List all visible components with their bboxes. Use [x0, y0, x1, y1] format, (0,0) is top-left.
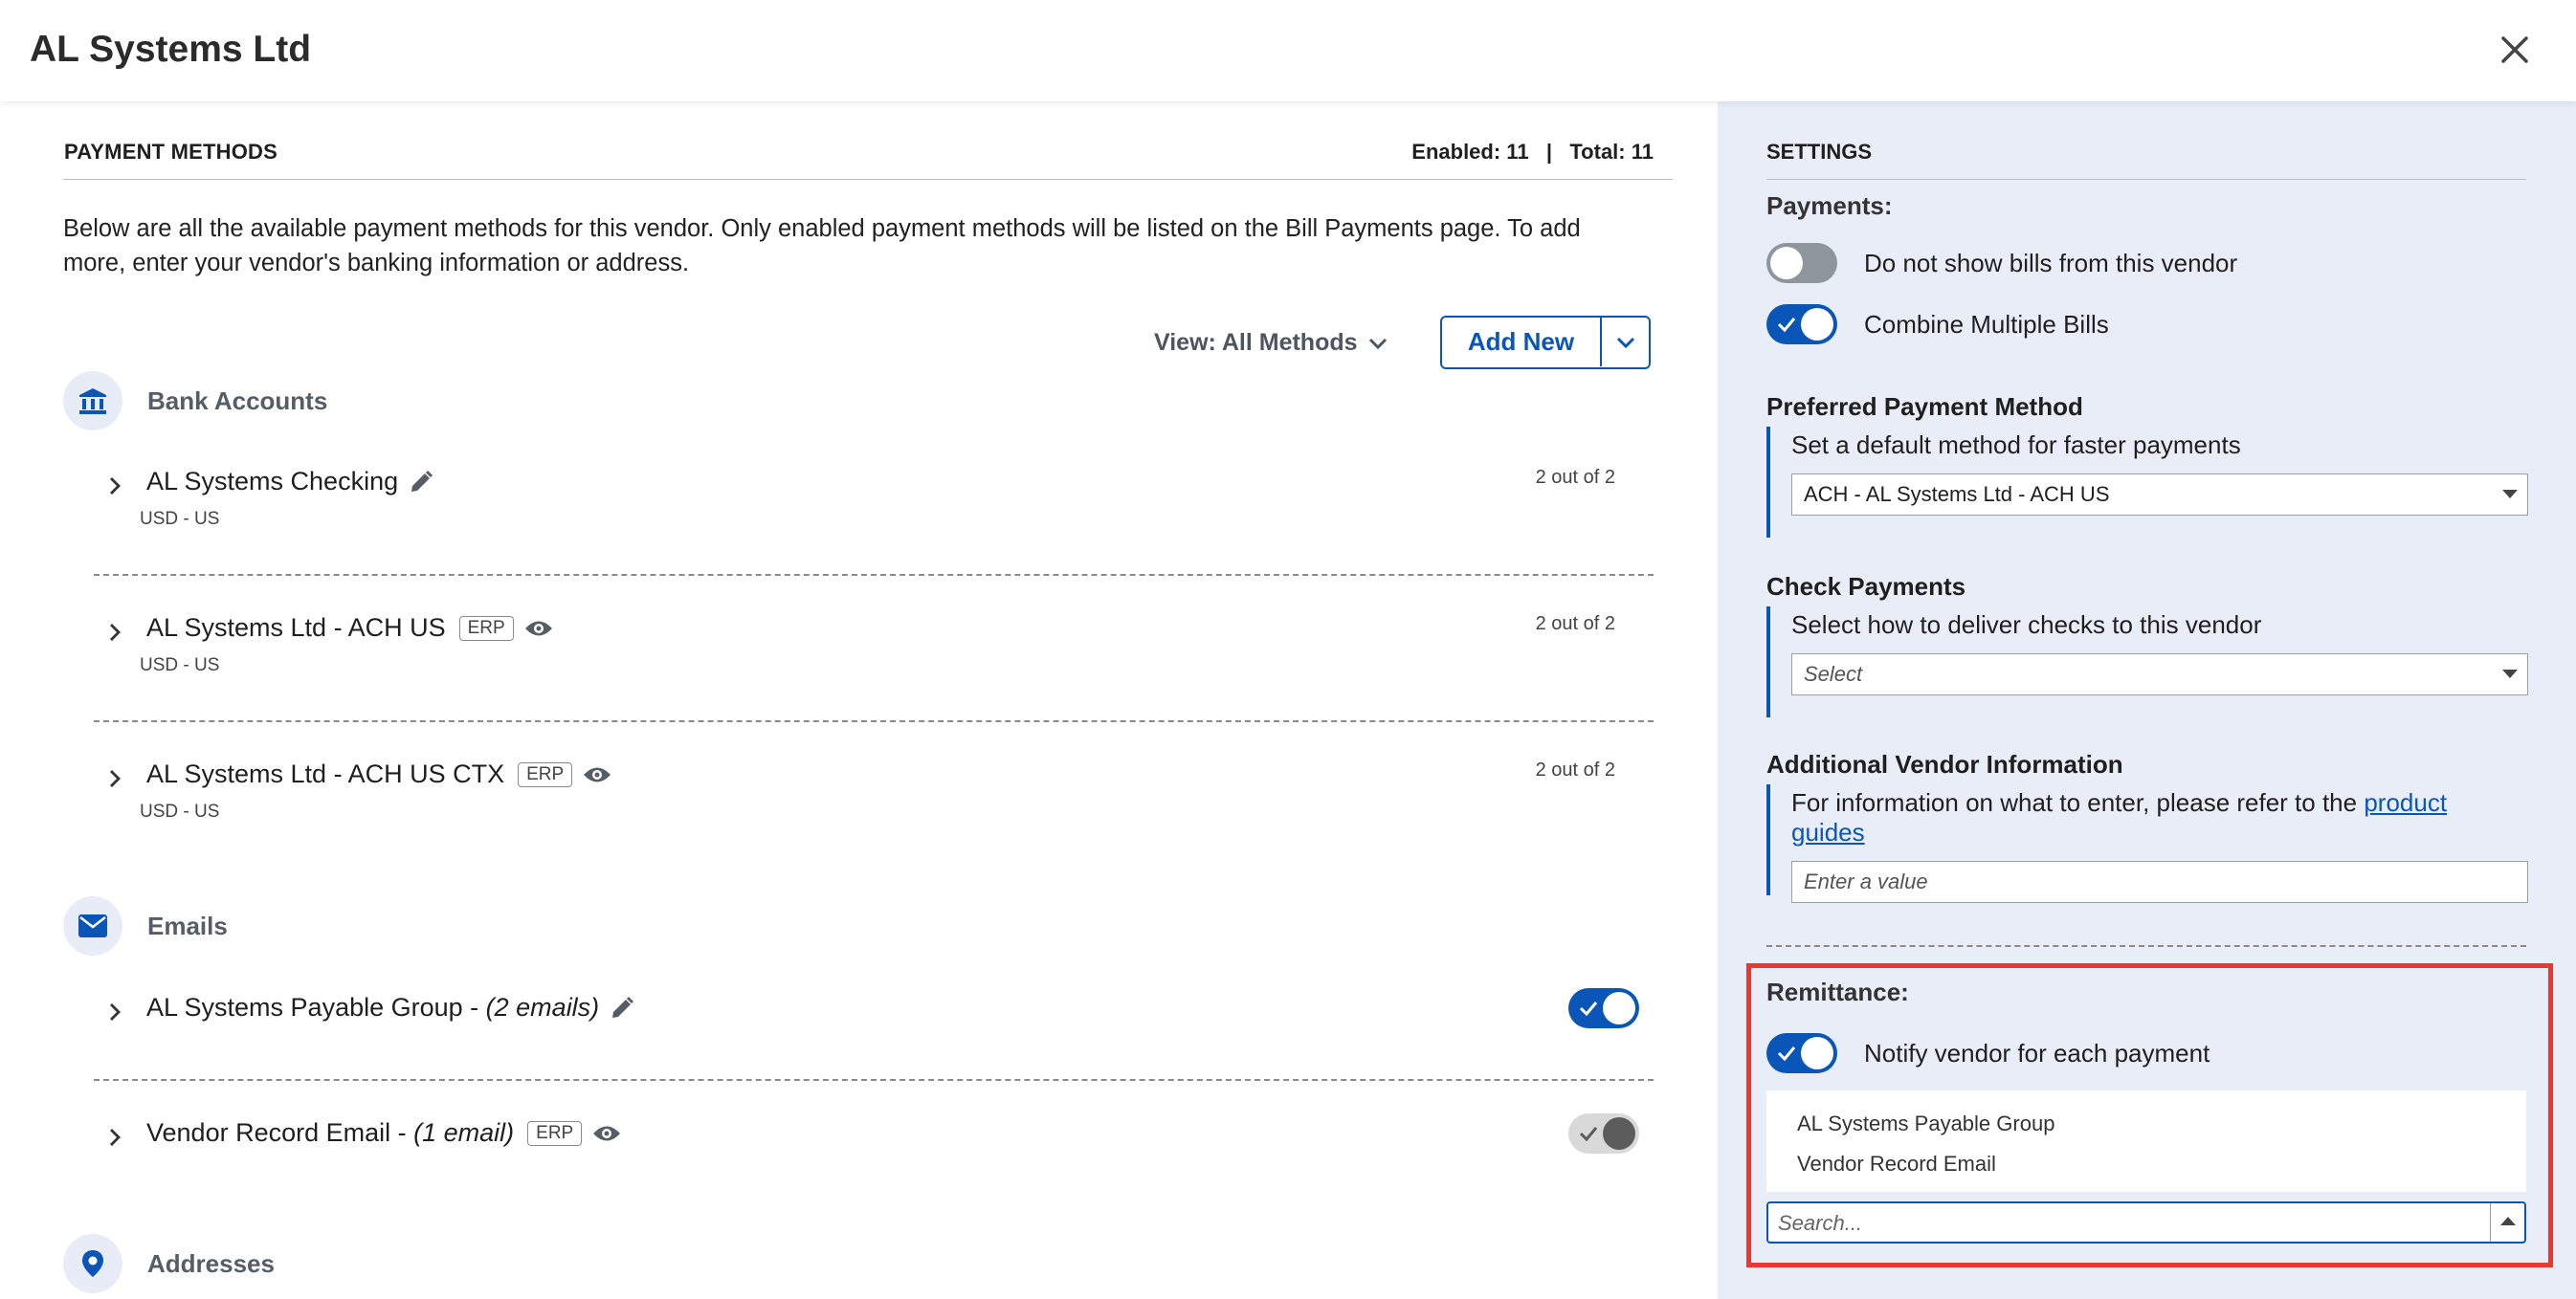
payment-methods-panel: PAYMENT METHODS Enabled: 11 | Total: 11 …	[0, 101, 1718, 1299]
additional-info-input[interactable]: Enter a value	[1791, 861, 2528, 903]
bank-accounts-category: Bank Accounts	[63, 371, 327, 430]
bank-accounts-title: Bank Accounts	[147, 385, 328, 415]
chevron-right-icon[interactable]	[103, 767, 126, 790]
combine-bills-label: Combine Multiple Bills	[1864, 309, 2109, 339]
bank-account-count: 2 out of 2	[1535, 613, 1615, 634]
do-not-show-setting: Do not show bills from this vendor	[1766, 243, 2237, 283]
bank-icon	[63, 371, 122, 430]
preferred-payment-desc: Set a default method for faster payments	[1791, 430, 2241, 459]
dropdown-arrow-icon	[2502, 490, 2518, 498]
check-payments-placeholder: Select	[1804, 662, 1863, 686]
close-icon[interactable]	[2494, 29, 2536, 71]
additional-info-placeholder: Enter a value	[1804, 870, 1928, 893]
eye-icon[interactable]	[523, 618, 554, 639]
add-new-dropdown-button[interactable]	[1602, 318, 1649, 366]
check-payments-group: Check Payments Select how to deliver che…	[1766, 572, 2528, 721]
add-new-button[interactable]: Add New	[1442, 318, 1602, 366]
preferred-payment-value: ACH - AL Systems Ltd - ACH US	[1804, 482, 2110, 506]
pencil-icon[interactable]	[609, 995, 635, 1022]
email-count: (2 emails)	[485, 993, 600, 1022]
view-dropdown[interactable]: View: All Methods	[1154, 329, 1388, 357]
combine-bills-setting: Combine Multiple Bills	[1766, 304, 2109, 344]
additional-info-group: Additional Vendor Information For inform…	[1766, 750, 2528, 913]
chevron-right-icon[interactable]	[103, 474, 126, 497]
email-enable-toggle-disabled	[1568, 1113, 1639, 1154]
view-dropdown-label: View: All Methods	[1154, 329, 1358, 356]
email-group-name: Vendor Record Email -	[146, 1118, 414, 1147]
chevron-right-icon[interactable]	[103, 1001, 126, 1024]
bank-account-currency: USD - US	[140, 655, 220, 675]
check-icon	[1579, 1002, 1598, 1017]
divider	[94, 720, 1654, 722]
preferred-payment-title: Preferred Payment Method	[1766, 392, 2083, 421]
remittance-highlight-box	[1746, 963, 2553, 1267]
eye-icon[interactable]	[591, 1123, 622, 1144]
settings-heading: SETTINGS	[1766, 140, 2526, 180]
emails-category: Emails	[63, 896, 228, 956]
modal-header: AL Systems Ltd	[0, 0, 2576, 101]
emails-title: Emails	[147, 911, 228, 940]
email-enable-toggle[interactable]	[1568, 988, 1639, 1028]
bank-account-name: AL Systems Checking	[146, 467, 399, 495]
divider	[1766, 945, 2526, 947]
chevron-down-icon	[1368, 338, 1387, 349]
payment-methods-counts: Enabled: 11 | Total: 11	[1411, 140, 1654, 164]
vendor-title: AL Systems Ltd	[30, 29, 312, 70]
pencil-icon[interactable]	[408, 469, 434, 495]
erp-badge: ERP	[458, 615, 514, 641]
email-count: (1 email)	[413, 1118, 515, 1147]
bank-account-count: 2 out of 2	[1535, 760, 1615, 781]
bank-account-currency: USD - US	[140, 509, 220, 529]
erp-badge: ERP	[518, 761, 573, 787]
bank-account-name: AL Systems Ltd - ACH US CTX	[146, 760, 505, 788]
payment-methods-heading: PAYMENT METHODS	[64, 140, 278, 164]
do-not-show-toggle[interactable]	[1766, 243, 1837, 283]
chevron-right-icon[interactable]	[103, 1126, 126, 1149]
check-icon	[1579, 1127, 1598, 1142]
location-icon	[63, 1234, 122, 1293]
bank-account-name: AL Systems Ltd - ACH US	[146, 613, 446, 642]
divider	[94, 1079, 1654, 1081]
check-payments-select[interactable]: Select	[1791, 653, 2528, 695]
bank-account-count: 2 out of 2	[1535, 467, 1615, 488]
do-not-show-label: Do not show bills from this vendor	[1864, 248, 2238, 277]
payments-label: Payments:	[1766, 191, 1893, 220]
additional-info-desc: For information on what to enter, please…	[1791, 788, 2365, 817]
email-group-name: AL Systems Payable Group -	[146, 993, 486, 1022]
payment-methods-intro: Below are all the available payment meth…	[63, 215, 1581, 276]
eye-icon[interactable]	[582, 764, 612, 785]
addresses-title: Addresses	[147, 1248, 275, 1278]
preferred-payment-select[interactable]: ACH - AL Systems Ltd - ACH US	[1791, 473, 2528, 516]
bank-account-currency: USD - US	[140, 802, 220, 822]
addresses-category: Addresses	[63, 1234, 275, 1293]
check-payments-title: Check Payments	[1766, 572, 1966, 601]
check-payments-desc: Select how to deliver checks to this ven…	[1791, 610, 2262, 639]
chevron-right-icon[interactable]	[103, 621, 126, 644]
additional-info-title: Additional Vendor Information	[1766, 750, 2123, 779]
erp-badge: ERP	[527, 1120, 583, 1146]
dropdown-arrow-icon	[2502, 670, 2518, 678]
preferred-payment-group: Preferred Payment Method Set a default m…	[1766, 392, 2528, 541]
payment-methods-header: PAYMENT METHODS Enabled: 11 | Total: 11	[63, 140, 1673, 180]
check-icon	[1777, 318, 1796, 333]
chevron-down-icon	[1616, 337, 1634, 348]
mail-icon	[63, 896, 122, 956]
divider	[94, 574, 1654, 576]
add-new-split-button: Add New	[1440, 316, 1651, 369]
combine-bills-toggle[interactable]	[1766, 304, 1837, 344]
